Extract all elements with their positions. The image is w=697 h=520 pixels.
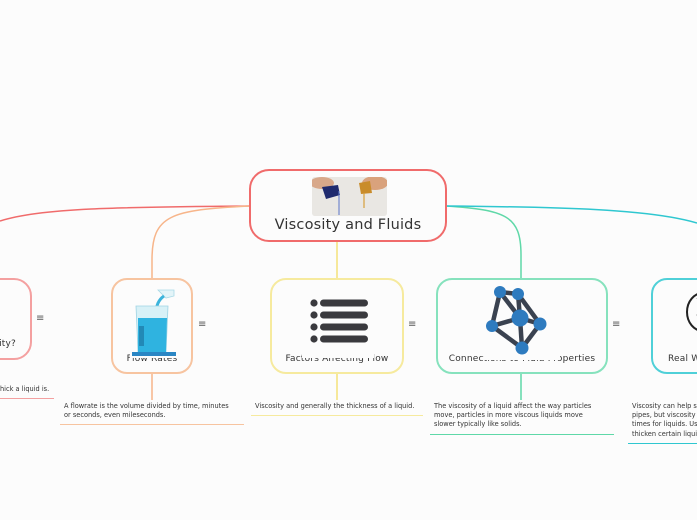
note-line: or seconds, even mileseconds.	[64, 411, 166, 420]
note-factors-affecting-flow: Viscosity and generally the thickness of…	[251, 402, 423, 417]
note-line: The viscosity of a liquid affect the way…	[434, 402, 592, 410]
menu-icon[interactable]: ≡	[408, 320, 416, 330]
node-connections-fluid-properties[interactable]: Connections to Fluid Properties	[436, 278, 608, 374]
note-line: times for liquids. Us	[632, 420, 697, 429]
note-flow-rates: A flowrate is the volume divided by time…	[60, 402, 244, 426]
menu-icon[interactable]: ≡	[612, 320, 620, 330]
central-title: Viscosity and Fluids	[274, 217, 422, 233]
node-factors-affecting-flow[interactable]: Factors Affecting Flow	[270, 278, 404, 374]
note-line: thicken certain liqui	[632, 429, 697, 438]
connector-connections	[445, 205, 522, 278]
note-line: Viscosity can help s	[632, 402, 697, 410]
note-text: hick a liquid is.	[0, 385, 50, 393]
node-title: Real W	[668, 354, 697, 364]
node-real-world[interactable]: Real W	[651, 278, 697, 374]
beaker-pouring-image	[130, 286, 178, 358]
note-connections-fluid-properties: The viscosity of a liquid affect the way…	[430, 402, 614, 435]
connector-real-world	[445, 205, 697, 224]
note-real-world: Viscosity can help s pipes, but viscosit…	[628, 402, 697, 444]
node-title: ity?	[0, 339, 16, 349]
connector-flow-rates	[151, 205, 251, 278]
central-topic[interactable]: Viscosity and Fluids	[249, 169, 447, 242]
network-molecule-icon	[484, 284, 560, 360]
menu-icon[interactable]: ≡	[36, 314, 44, 324]
note-what-is-viscosity: hick a liquid is.	[0, 385, 54, 400]
note-text: Viscosity and generally the thickness of…	[255, 402, 415, 410]
note-line: slower typically like solids.	[434, 420, 522, 429]
note-line: A flowrate is the volume divided by time…	[64, 402, 229, 410]
note-line: move, particles in more viscous liquids …	[434, 411, 583, 420]
node-what-is-viscosity[interactable]: ity?	[0, 278, 32, 360]
globe-hand-icon	[683, 288, 697, 336]
bulleted-list-icon	[302, 286, 374, 358]
pouring-liquids-photo	[312, 177, 387, 216]
connector-lines	[0, 205, 697, 400]
note-line: pipes, but viscosity	[632, 411, 696, 420]
menu-icon[interactable]: ≡	[198, 320, 206, 330]
node-flow-rates[interactable]: Flow Rates	[111, 278, 193, 374]
